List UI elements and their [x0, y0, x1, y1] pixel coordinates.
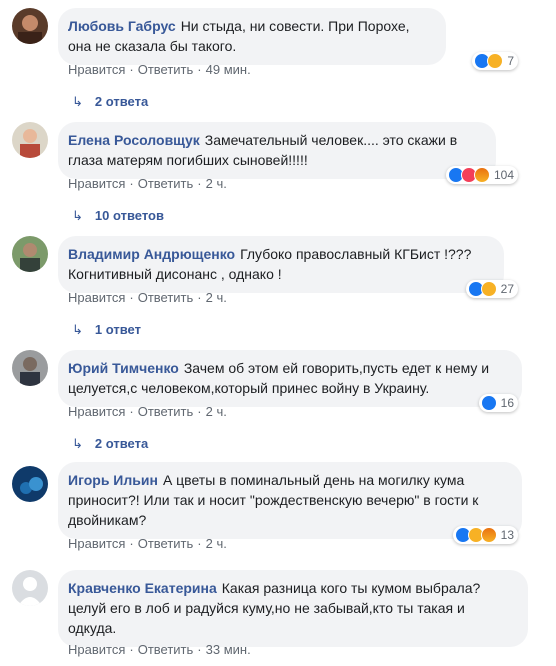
- separator-dot: ·: [197, 404, 202, 419]
- comment-author[interactable]: Любовь Габрус: [68, 18, 176, 34]
- reaction-summary[interactable]: 7: [472, 52, 518, 70]
- comment-author[interactable]: Елена Росоловщук: [68, 132, 200, 148]
- comment-actions: Нравится · Ответить · 49 мин.: [68, 62, 251, 78]
- avatar[interactable]: [12, 570, 48, 606]
- like-button[interactable]: Нравится: [68, 290, 125, 305]
- separator-dot: ·: [197, 536, 202, 551]
- replies-count[interactable]: 2 ответа: [95, 94, 148, 109]
- like-button[interactable]: Нравится: [68, 536, 125, 551]
- separator-dot: ·: [129, 536, 134, 551]
- separator-dot: ·: [129, 642, 134, 657]
- avatar[interactable]: [12, 350, 48, 386]
- reaction-summary[interactable]: 16: [478, 394, 518, 412]
- comment-actions: Нравится · Ответить · 2 ч.: [68, 404, 227, 420]
- comment-timestamp[interactable]: 2 ч.: [206, 536, 227, 551]
- like-button[interactable]: Нравится: [68, 176, 125, 191]
- reply-arrow-icon: ↳: [72, 94, 83, 109]
- sad-reaction-icon: [487, 53, 504, 69]
- comment-timestamp[interactable]: 49 мин.: [206, 62, 251, 77]
- replies-count[interactable]: 1 ответ: [95, 322, 141, 337]
- reaction-count: 7: [507, 54, 514, 68]
- comment-timestamp[interactable]: 2 ч.: [206, 404, 227, 419]
- reply-button[interactable]: Ответить: [138, 176, 194, 191]
- comment-author[interactable]: Юрий Тимченко: [68, 360, 179, 376]
- separator-dot: ·: [197, 642, 202, 657]
- reaction-count: 104: [493, 168, 514, 182]
- reaction-count: 16: [500, 396, 514, 410]
- reply-button[interactable]: Ответить: [138, 404, 194, 419]
- view-replies-link[interactable]: ↳ 2 ответа: [72, 94, 148, 110]
- comment-actions: Нравится · Ответить · 2 ч.: [68, 176, 227, 192]
- comment-actions: Нравится · Ответить · 2 ч.: [68, 290, 227, 306]
- avatar[interactable]: [12, 236, 48, 272]
- comment-author[interactable]: Игорь Ильин: [68, 472, 158, 488]
- comment-bubble: Кравченко Екатерина Какая разница кого ты…: [58, 570, 528, 647]
- reaction-summary[interactable]: 13: [452, 526, 518, 544]
- reply-arrow-icon: ↳: [72, 436, 83, 451]
- comment-bubble: Елена Росоловщук Замечательный человек...…: [58, 122, 496, 179]
- reaction-summary[interactable]: 27: [465, 280, 518, 298]
- reply-button[interactable]: Ответить: [138, 290, 194, 305]
- like-button[interactable]: Нравится: [68, 62, 125, 77]
- comment-bubble: Игорь Ильин А цветы в поминальный день на…: [58, 462, 522, 539]
- reply-arrow-icon: ↳: [72, 208, 83, 223]
- reaction-count: 27: [500, 282, 514, 296]
- replies-count[interactable]: 2 ответа: [95, 436, 148, 451]
- separator-dot: ·: [197, 62, 202, 77]
- separator-dot: ·: [197, 176, 202, 191]
- separator-dot: ·: [129, 404, 134, 419]
- angry-reaction-icon: [473, 167, 490, 183]
- angry-reaction-icon: [480, 527, 497, 543]
- reply-button[interactable]: Ответить: [138, 536, 194, 551]
- comment-timestamp[interactable]: 2 ч.: [206, 290, 227, 305]
- comment-bubble: Юрий Тимченко Зачем об этом ей говорить,п…: [58, 350, 522, 407]
- comment-bubble: Любовь Габрус Ни стыда, ни совести. При П…: [58, 8, 446, 65]
- reply-button[interactable]: Ответить: [138, 62, 194, 77]
- view-replies-link[interactable]: ↳ 1 ответ: [72, 322, 141, 338]
- comment-timestamp[interactable]: 2 ч.: [206, 176, 227, 191]
- comment-bubble: Владимир Андрющенко Глубоко православный …: [58, 236, 504, 293]
- reply-arrow-icon: ↳: [72, 322, 83, 337]
- comment-actions: Нравится · Ответить · 33 мин.: [68, 642, 251, 658]
- like-button[interactable]: Нравится: [68, 642, 125, 657]
- like-reaction-icon: [480, 395, 497, 411]
- reaction-summary[interactable]: 104: [445, 166, 518, 184]
- separator-dot: ·: [197, 290, 202, 305]
- like-button[interactable]: Нравится: [68, 404, 125, 419]
- reply-button[interactable]: Ответить: [138, 642, 194, 657]
- view-replies-link[interactable]: ↳ 2 ответа: [72, 436, 148, 452]
- replies-count[interactable]: 10 ответов: [95, 208, 164, 223]
- view-replies-link[interactable]: ↳ 10 ответов: [72, 208, 164, 224]
- avatar[interactable]: [12, 466, 48, 502]
- comment-actions: Нравится · Ответить · 2 ч.: [68, 536, 227, 552]
- reaction-count: 13: [500, 528, 514, 542]
- comment-timestamp[interactable]: 33 мин.: [206, 642, 251, 657]
- avatar[interactable]: [12, 122, 48, 158]
- separator-dot: ·: [129, 290, 134, 305]
- separator-dot: ·: [129, 62, 134, 77]
- comment-author[interactable]: Кравченко Екатерина: [68, 580, 217, 596]
- haha-reaction-icon: [480, 281, 497, 297]
- separator-dot: ·: [129, 176, 134, 191]
- comment-author[interactable]: Владимир Андрющенко: [68, 246, 235, 262]
- avatar[interactable]: [12, 8, 48, 44]
